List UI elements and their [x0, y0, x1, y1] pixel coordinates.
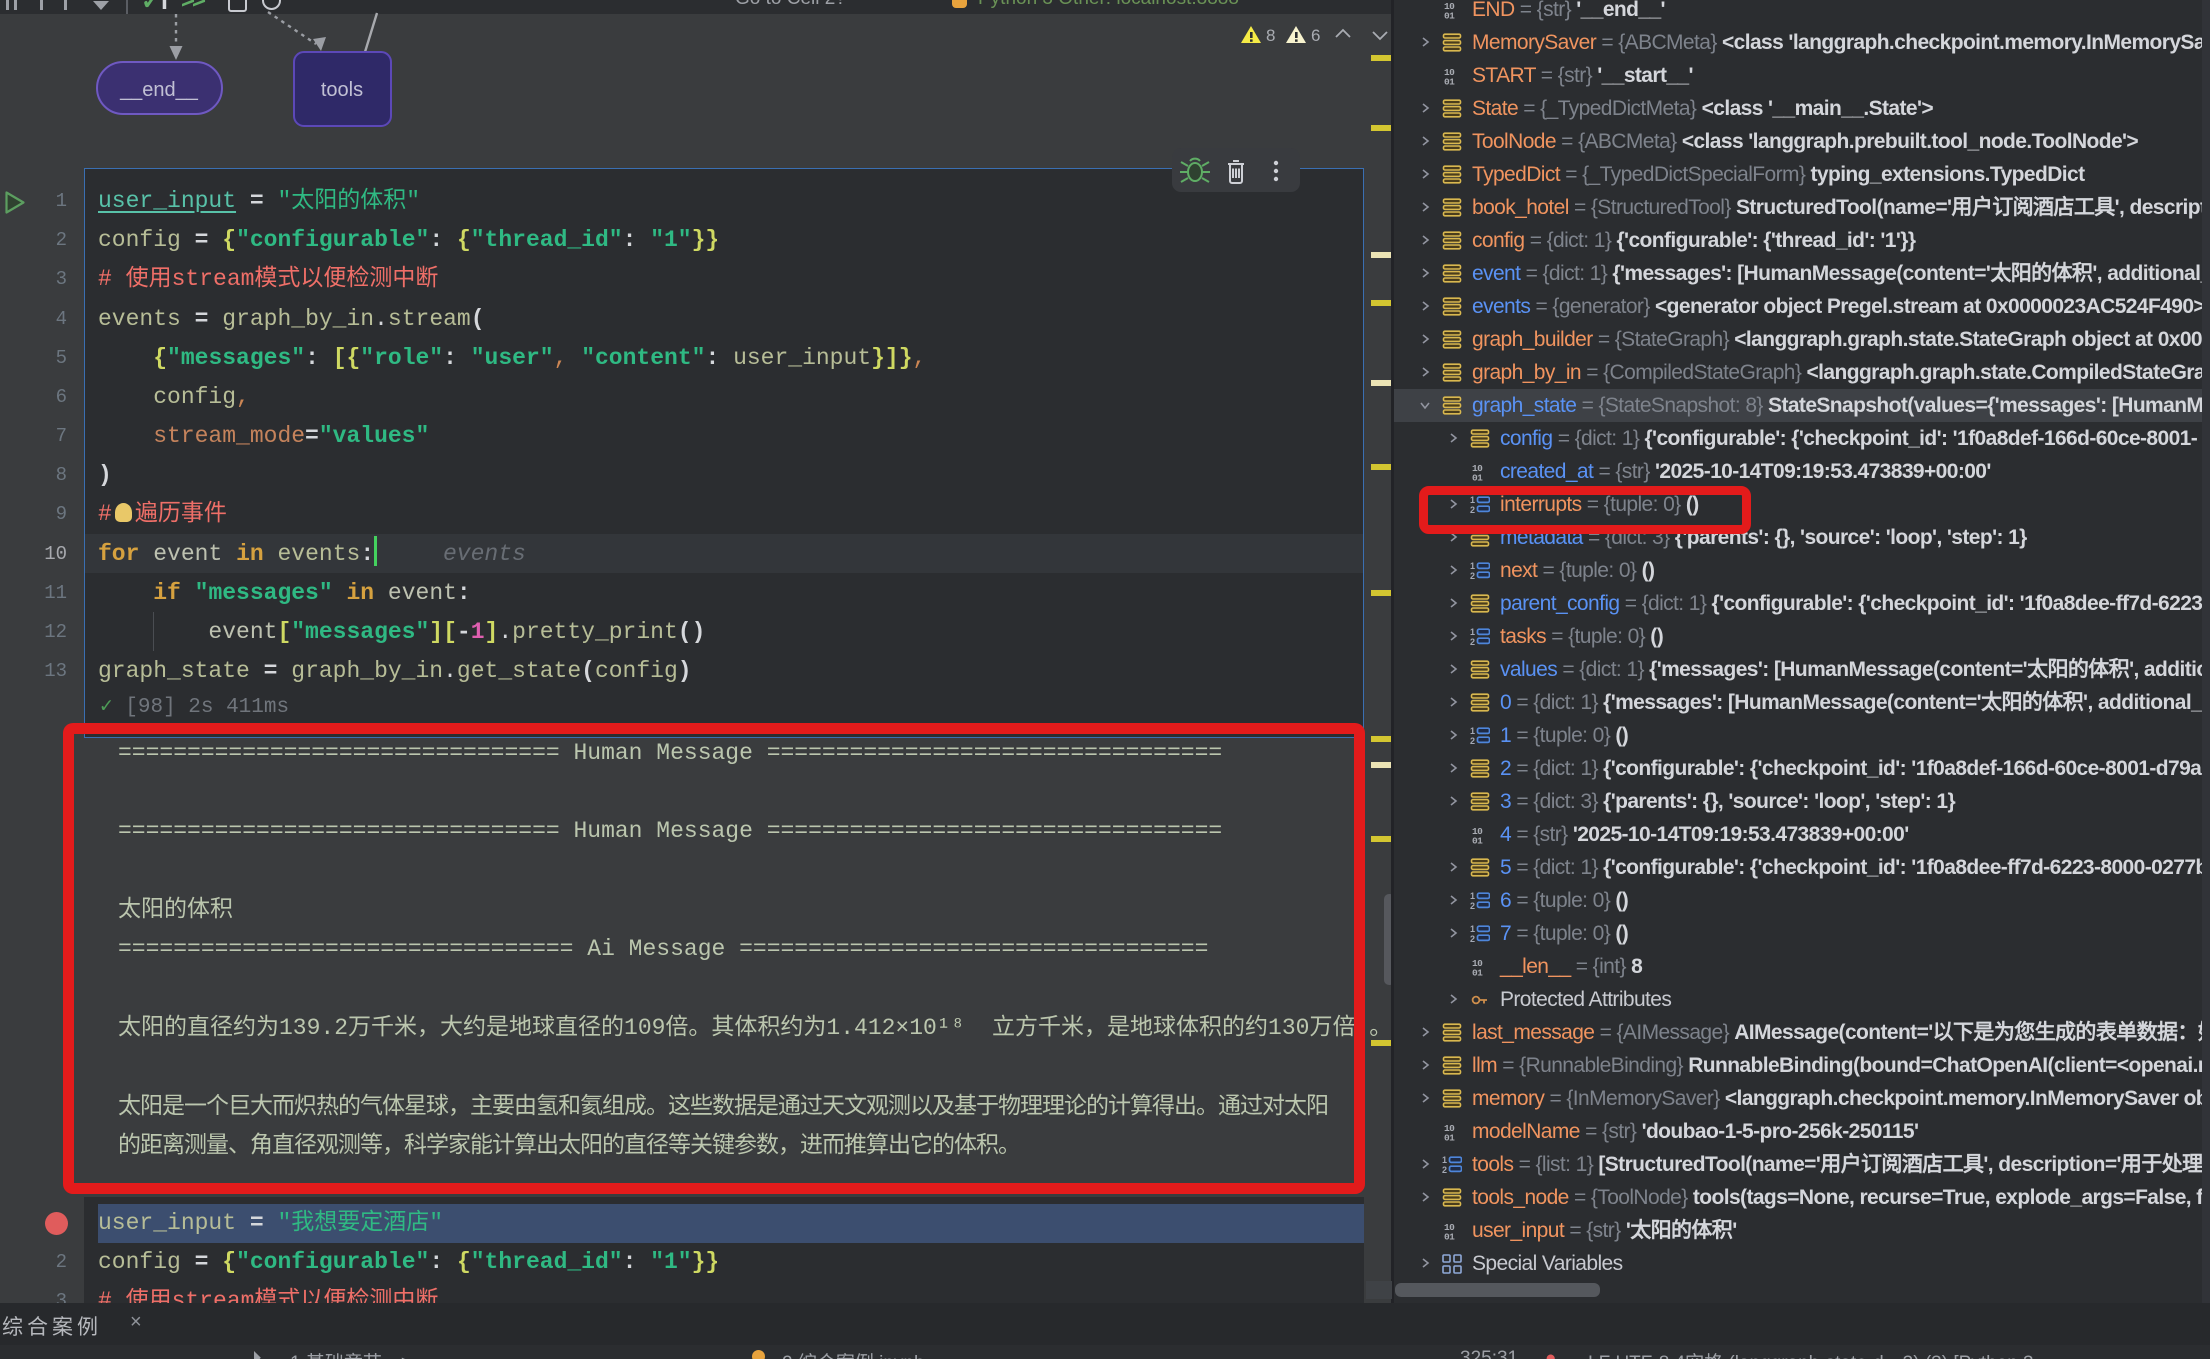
svg-text:1: 1 — [1470, 627, 1475, 637]
svg-text:01: 01 — [1444, 10, 1455, 20]
svg-text:01: 01 — [1472, 967, 1483, 977]
svg-text:01: 01 — [1472, 472, 1483, 482]
svg-text:__end__: __end__ — [119, 79, 199, 101]
svg-text:2: 2 — [1470, 637, 1475, 647]
svg-text:1: 1 — [1470, 561, 1475, 571]
svg-text:2: 2 — [1470, 571, 1475, 581]
svg-text:2: 2 — [1470, 934, 1475, 944]
svg-text:8: 8 — [1266, 26, 1275, 45]
svg-text:01: 01 — [1444, 76, 1455, 86]
svg-text:tools: tools — [321, 79, 363, 101]
svg-text:1: 1 — [1470, 924, 1475, 934]
svg-text:1: 1 — [1442, 1155, 1447, 1165]
svg-text:2: 2 — [1442, 1165, 1447, 1175]
svg-text:01: 01 — [1444, 1231, 1455, 1241]
svg-text:2: 2 — [1470, 901, 1475, 911]
svg-text:01: 01 — [1472, 835, 1483, 845]
svg-text:6: 6 — [1311, 26, 1320, 45]
svg-text:1: 1 — [1470, 891, 1475, 901]
svg-text:01: 01 — [1444, 1132, 1455, 1142]
svg-text:2: 2 — [1470, 736, 1475, 746]
svg-text:1: 1 — [1470, 726, 1475, 736]
